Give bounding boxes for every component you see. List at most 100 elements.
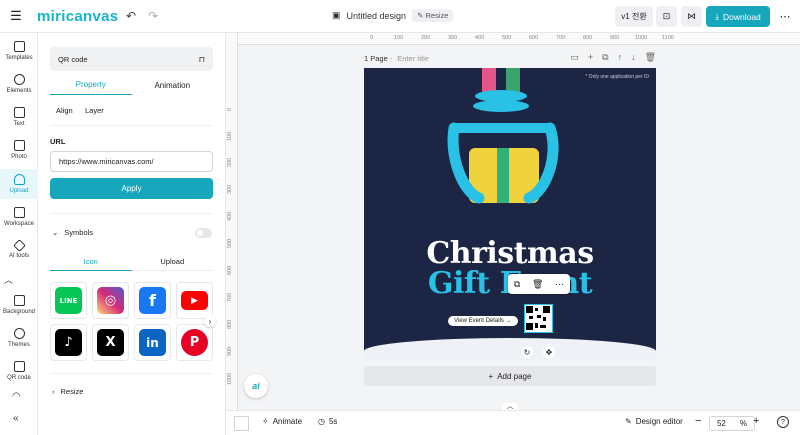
zoom-unit: % — [739, 419, 747, 428]
zoom-input[interactable]: 52% — [709, 416, 755, 431]
linkedin-logo-button[interactable]: in — [134, 324, 171, 361]
move-up-icon[interactable]: ↑ — [618, 52, 623, 63]
text-icon — [13, 107, 25, 118]
qr-code-element[interactable] — [524, 304, 553, 333]
help-icon[interactable]: ? — [777, 416, 789, 428]
version-button[interactable]: v1 전환 — [615, 6, 653, 27]
symbols-toggle[interactable] — [195, 228, 212, 238]
lock-icon[interactable]: ⊓ — [199, 55, 205, 64]
zoom-out-icon[interactable]: − — [695, 415, 701, 427]
rotate-icon[interactable]: ↻ — [521, 346, 533, 358]
tab-property[interactable]: Property — [50, 75, 132, 95]
redo-icon[interactable]: ↷ — [146, 9, 160, 23]
sidebar-item-templates[interactable]: Templates — [0, 36, 38, 66]
scroll-right-icon[interactable]: › — [204, 315, 216, 327]
color-swatch[interactable] — [234, 416, 249, 431]
move-icon[interactable]: ✥ — [543, 346, 555, 358]
panel-tabs: Property Animation — [50, 75, 213, 95]
zoom-value[interactable]: 52 — [717, 419, 726, 428]
ruler-tick: 400 — [227, 211, 233, 221]
cta-view-event[interactable]: View Event Details → — [448, 316, 518, 326]
chevron-up-icon[interactable]: ︿ — [4, 273, 13, 286]
divider — [50, 373, 213, 374]
url-label: URL — [50, 137, 66, 146]
line-logo-button[interactable]: LINE — [50, 282, 87, 319]
resize-button[interactable]: ✎ Resize — [412, 9, 454, 22]
facebook-logo-button[interactable]: f — [134, 282, 171, 319]
sidebar-item-background[interactable]: Background — [0, 290, 38, 320]
duplicate-icon[interactable]: ⧉ — [602, 52, 608, 63]
animate-button[interactable]: ✧ Animate — [262, 417, 302, 426]
duration-button[interactable]: ◷ 5s — [318, 417, 337, 426]
top-bar: ☰ miricanvas ↶ ↷ ▣ Untitled design ✎ Res… — [0, 0, 800, 33]
resize-row[interactable]: › Resize — [52, 387, 83, 396]
pen-icon: ✎ — [625, 417, 632, 426]
add-page-button[interactable]: + Add page — [364, 366, 656, 386]
add-icon[interactable]: + — [588, 52, 593, 63]
ruler-tick: 500 — [227, 238, 233, 248]
element-context-menu: ⧉ 🗑 ⋯ — [508, 274, 570, 294]
trash-icon[interactable]: 🗑 — [645, 52, 656, 63]
tab-icon[interactable]: Icon — [50, 253, 132, 271]
more-icon[interactable]: ⋯ — [778, 9, 792, 23]
collapse-sidebar-icon[interactable]: « — [13, 413, 19, 424]
share-icon[interactable]: ⋈ — [681, 6, 702, 27]
sidebar-item-upload[interactable]: Upload — [0, 169, 38, 199]
tab-upload[interactable]: Upload — [131, 253, 213, 271]
move-down-icon[interactable]: ↓ — [631, 52, 636, 63]
youtube-icon: ▶ — [181, 291, 208, 310]
icon-tabs: Icon Upload — [50, 253, 213, 271]
sidebar-item-elements[interactable]: Elements — [0, 69, 38, 99]
sidebar-item-photo[interactable]: Photo — [0, 135, 38, 165]
youtube-logo-button[interactable]: ▶ — [176, 282, 213, 319]
divider — [50, 125, 213, 126]
x-icon: X — [97, 329, 124, 356]
doc-title[interactable]: Untitled design — [347, 11, 407, 21]
subtab-layer[interactable]: Layer — [85, 106, 104, 115]
pinterest-icon: P — [181, 329, 208, 356]
ruler-tick: 800 — [583, 35, 593, 41]
ruler-tick: 900 — [227, 346, 233, 356]
ruler-tick: 500 — [502, 35, 512, 41]
ruler-tick: 700 — [556, 35, 566, 41]
apply-button[interactable]: Apply — [50, 178, 213, 199]
save-icon[interactable]: ⊡ — [656, 6, 677, 27]
undo-icon[interactable]: ↶ — [124, 9, 138, 23]
page-icon[interactable]: ▭ — [570, 52, 579, 63]
ruler-tick: 900 — [610, 35, 620, 41]
tiktok-logo-button[interactable]: ♪ — [50, 324, 87, 361]
sidebar-item-workspace[interactable]: Workspace — [0, 202, 38, 232]
sidebar-item-text[interactable]: Text — [0, 102, 38, 132]
more-options-icon[interactable]: ⋯ — [555, 279, 564, 290]
instagram-logo-button[interactable]: ◎ — [92, 282, 129, 319]
ruler-tick: 100 — [394, 35, 404, 41]
sidebar-item-themes[interactable]: Themes — [0, 323, 38, 353]
tiktok-icon: ♪ — [55, 329, 82, 356]
delete-icon[interactable]: 🗑 — [532, 279, 543, 290]
download-button[interactable]: ⤓ Download — [706, 6, 770, 27]
copy-icon[interactable]: ⧉ — [514, 279, 520, 290]
symbols-row[interactable]: ⌄ Symbols — [52, 228, 93, 237]
url-input[interactable]: https://www.miricanvas.com/ — [50, 151, 213, 172]
snow-decoration — [364, 338, 656, 360]
chevron-right-icon: › — [52, 387, 55, 396]
ai-assistant-button[interactable]: ai — [244, 374, 268, 398]
folder-icon[interactable]: ▣ — [332, 10, 341, 21]
design-artboard[interactable]: * Only one application per ID Christmas … — [364, 68, 656, 360]
bottom-bar: ✧ Animate ◷ 5s ✎ Design editor − 52% + ? — [226, 410, 800, 435]
sidebar-item-qr-code[interactable]: QR code — [0, 356, 38, 386]
sidebar-item-ai-tools[interactable]: AI tools — [0, 235, 38, 265]
gift-illustration[interactable] — [444, 68, 584, 228]
app-logo[interactable]: miricanvas — [37, 8, 118, 25]
pinterest-logo-button[interactable]: P — [176, 324, 213, 361]
design-editor-button[interactable]: ✎ Design editor — [625, 417, 683, 426]
zoom-in-icon[interactable]: + — [753, 415, 759, 427]
x-logo-button[interactable]: X — [92, 324, 129, 361]
page-title-input[interactable]: Enter title — [397, 54, 429, 63]
tab-animation[interactable]: Animation — [132, 75, 214, 95]
menu-icon[interactable]: ☰ — [8, 8, 24, 24]
subtab-align[interactable]: Align — [56, 106, 73, 115]
ruler-top: 0 100 200 300 400 500 600 700 800 900 10… — [238, 33, 800, 45]
ruler-tick: 600 — [529, 35, 539, 41]
more-tools-icon[interactable]: ◠ — [12, 391, 21, 402]
